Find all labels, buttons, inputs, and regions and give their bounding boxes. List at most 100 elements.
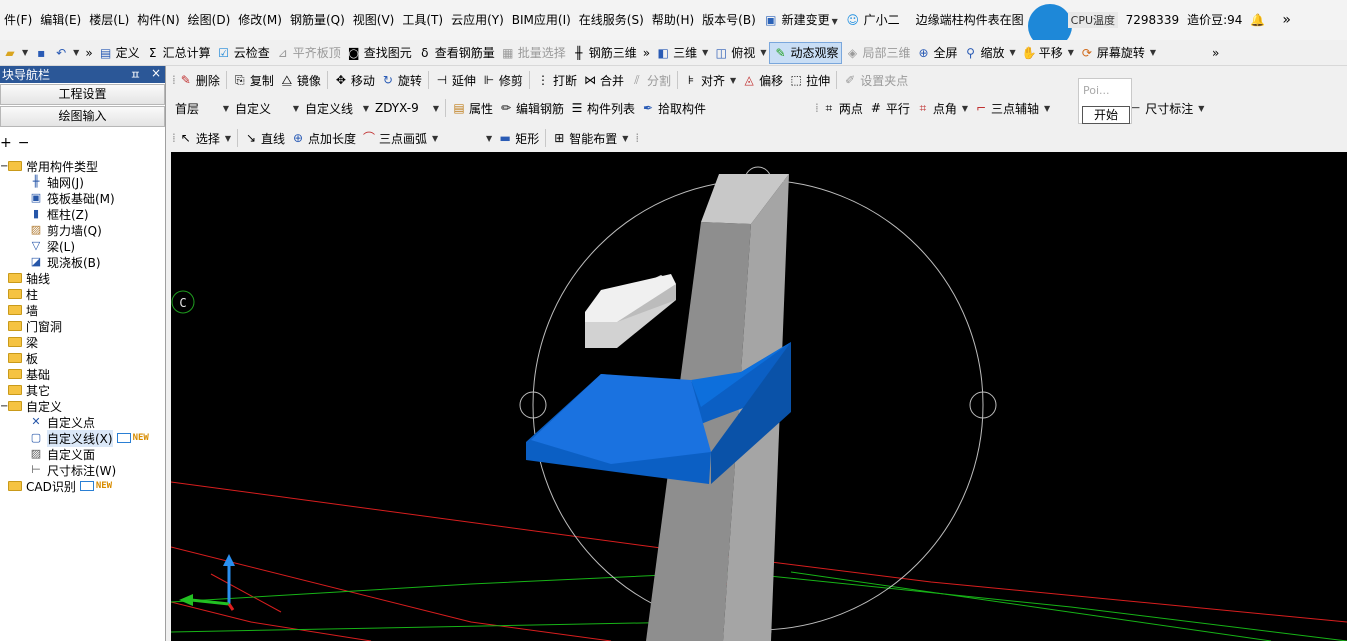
- close-icon[interactable]: ×: [151, 66, 161, 83]
- zoom-button[interactable]: ⚲ 缩放 ▼: [961, 42, 1019, 64]
- two-point-axis-button[interactable]: ⌗ 两点: [819, 97, 866, 119]
- collapse-all-icon[interactable]: −: [18, 135, 30, 151]
- tree-folder-custom[interactable]: − 自定义: [0, 398, 165, 414]
- offset-button[interactable]: ◬ 偏移: [739, 69, 786, 91]
- assistant-button[interactable]: ☺ 广小二: [842, 0, 904, 40]
- mirror-button[interactable]: ⧋ 镜像: [277, 69, 324, 91]
- pin-icon[interactable]: ㅍ: [130, 66, 141, 83]
- edit-rebar-button[interactable]: ✏ 编辑钢筋: [496, 97, 567, 119]
- menu-floor[interactable]: 楼层(L): [85, 0, 133, 40]
- tree-item-column[interactable]: ▮ 框柱(Z): [0, 206, 165, 222]
- tree-folder-cad[interactable]: CAD识别 NEW: [0, 478, 165, 494]
- tree-folder-foundation[interactable]: 基础: [0, 366, 165, 382]
- merge-button[interactable]: ⋈ 合并: [580, 69, 627, 91]
- menu-modify[interactable]: 修改(M): [234, 0, 286, 40]
- tree-item-custom-face[interactable]: ▨ 自定义面: [0, 446, 165, 462]
- menu-version[interactable]: 版本号(B): [698, 0, 760, 40]
- parallel-axis-button[interactable]: # 平行: [866, 97, 913, 119]
- category-select[interactable]: 自定义 ▼: [232, 98, 302, 118]
- pan-button[interactable]: ✋ 平移 ▼: [1019, 42, 1077, 64]
- calc-button[interactable]: Σ 汇总计算: [143, 42, 214, 64]
- stretch-button[interactable]: ⬚ 拉伸: [786, 69, 833, 91]
- delete-button[interactable]: ✎ 删除: [176, 69, 223, 91]
- pick-component-button[interactable]: ✒ 拾取构件: [638, 97, 709, 119]
- select-button[interactable]: ↖ 选择 ▼: [176, 127, 234, 149]
- toolbar-overflow-2[interactable]: »: [640, 42, 653, 64]
- three-point-axis-button[interactable]: ⌐ 三点辅轴 ▼: [971, 97, 1053, 119]
- trim-button[interactable]: ⊩ 修剪: [479, 69, 526, 91]
- line-button[interactable]: ↘ 直线: [241, 127, 288, 149]
- open-button[interactable]: ▰ ▼: [0, 42, 31, 64]
- undo-button[interactable]: ↶ ▼: [51, 42, 82, 64]
- tree-folder-openings[interactable]: 门窗洞: [0, 318, 165, 334]
- tree-folder-beam[interactable]: 梁: [0, 334, 165, 350]
- menu-draw[interactable]: 绘图(D): [184, 0, 235, 40]
- align-button[interactable]: ⊧ 对齐 ▼: [681, 69, 739, 91]
- component-name-select[interactable]: ZDYX-9 ▼: [372, 98, 442, 118]
- tree-folder-column[interactable]: 柱: [0, 286, 165, 302]
- batch-select-button[interactable]: ▦ 批量选择: [498, 42, 569, 64]
- menu-tools[interactable]: 工具(T): [398, 0, 447, 40]
- tree-folder-axis[interactable]: 轴线: [0, 270, 165, 286]
- define-button[interactable]: ▤ 定义: [96, 42, 143, 64]
- rebar-3d-button[interactable]: ╫ 钢筋三维: [569, 42, 640, 64]
- viewport-canvas[interactable]: C: [171, 152, 1347, 641]
- tree-item-wall[interactable]: ▨ 剪力墙(Q): [0, 222, 165, 238]
- type-select[interactable]: 自定义线 ▼: [302, 98, 372, 118]
- menu-view[interactable]: 视图(V): [349, 0, 399, 40]
- tree-folder-common[interactable]: − 常用构件类型: [0, 158, 165, 174]
- tree-item-dimension[interactable]: ⊢ 尺寸标注(W): [0, 462, 165, 478]
- set-grip-button[interactable]: ✐ 设置夹点: [840, 69, 911, 91]
- tree-folder-wall[interactable]: 墙: [0, 302, 165, 318]
- menu-help[interactable]: 帮助(H): [648, 0, 698, 40]
- menu-cloud[interactable]: 云应用(Y): [447, 0, 508, 40]
- collapse-icon[interactable]: −: [0, 161, 8, 172]
- fullscreen-button[interactable]: ⊕ 全屏: [914, 42, 961, 64]
- start-button[interactable]: 开始: [1082, 106, 1130, 124]
- dimension-button[interactable]: ⊢ 尺寸标注 ▼: [1125, 97, 1207, 119]
- split-button[interactable]: ⫽ 分割: [627, 69, 674, 91]
- flush-top-button[interactable]: ⊿ 平齐板顶: [273, 42, 344, 64]
- rectangle-button[interactable]: ▬ 矩形: [495, 127, 542, 149]
- tree-item-beam[interactable]: ▽ 梁(L): [0, 238, 165, 254]
- tree-folder-slab[interactable]: 板: [0, 350, 165, 366]
- point-angle-button[interactable]: ⌗ 点角 ▼: [913, 97, 971, 119]
- menu-bim[interactable]: BIM应用(I): [508, 0, 575, 40]
- copy-button[interactable]: ⎘ 复制: [230, 69, 277, 91]
- attributes-button[interactable]: ▤ 属性: [449, 97, 496, 119]
- toolbar-overflow-3[interactable]: »: [1209, 42, 1222, 64]
- view-rebar-button[interactable]: δ 查看钢筋量: [415, 42, 498, 64]
- menu-edit[interactable]: 编辑(E): [36, 0, 85, 40]
- local-3d-button[interactable]: ◈ 局部三维: [842, 42, 913, 64]
- expand-all-icon[interactable]: +: [0, 135, 12, 151]
- tree-item-custom-point[interactable]: ✕ 自定义点: [0, 414, 165, 430]
- find-element-button[interactable]: ◙ 查找图元: [344, 42, 415, 64]
- three-d-button[interactable]: ◧ 三维 ▼: [653, 42, 711, 64]
- tree-item-slab[interactable]: ◪ 现浇板(B): [0, 254, 165, 270]
- white-block[interactable]: [585, 274, 676, 348]
- bell-icon[interactable]: 🔔: [1250, 13, 1265, 27]
- menu-online[interactable]: 在线服务(S): [575, 0, 648, 40]
- component-list-button[interactable]: ☰ 构件列表: [567, 97, 638, 119]
- menu-component[interactable]: 构件(N): [133, 0, 183, 40]
- notice-text[interactable]: 边缘端柱构件表在图: [912, 0, 1028, 40]
- rotate-button[interactable]: ↻ 旋转: [378, 69, 425, 91]
- collapse-icon[interactable]: −: [0, 401, 8, 412]
- dynamic-view-button[interactable]: ✎ 动态观察: [769, 41, 843, 64]
- three-point-arc-button[interactable]: ⌒ 三点画弧 ▼: [359, 127, 441, 149]
- extend-button[interactable]: ⊣ 延伸: [432, 69, 479, 91]
- floor-select[interactable]: 首层 ▼: [172, 98, 232, 118]
- cloud-check-button[interactable]: ☑ 云检查: [214, 42, 273, 64]
- new-change-button[interactable]: ▣ 新建变更 ▼: [760, 0, 842, 40]
- arc-options-select[interactable]: ▼: [441, 128, 495, 148]
- top-view-button[interactable]: ◫ 俯视 ▼: [711, 42, 769, 64]
- tree-item-grid[interactable]: ╫ 轴网(J): [0, 174, 165, 190]
- point-length-button[interactable]: ⊕ 点加长度: [288, 127, 359, 149]
- cpu-temp-widget[interactable]: CPU温度: [1027, 0, 1122, 40]
- move-button[interactable]: ✥ 移动: [331, 69, 378, 91]
- tree-item-raft[interactable]: ▣ 筏板基础(M): [0, 190, 165, 206]
- rotate-screen-button[interactable]: ⟳ 屏幕旋转 ▼: [1077, 42, 1159, 64]
- toolbar-overflow[interactable]: »: [82, 42, 95, 64]
- 3d-viewport[interactable]: C: [171, 152, 1347, 641]
- tree-item-custom-line[interactable]: ▢ 自定义线(X) NEW: [0, 429, 165, 447]
